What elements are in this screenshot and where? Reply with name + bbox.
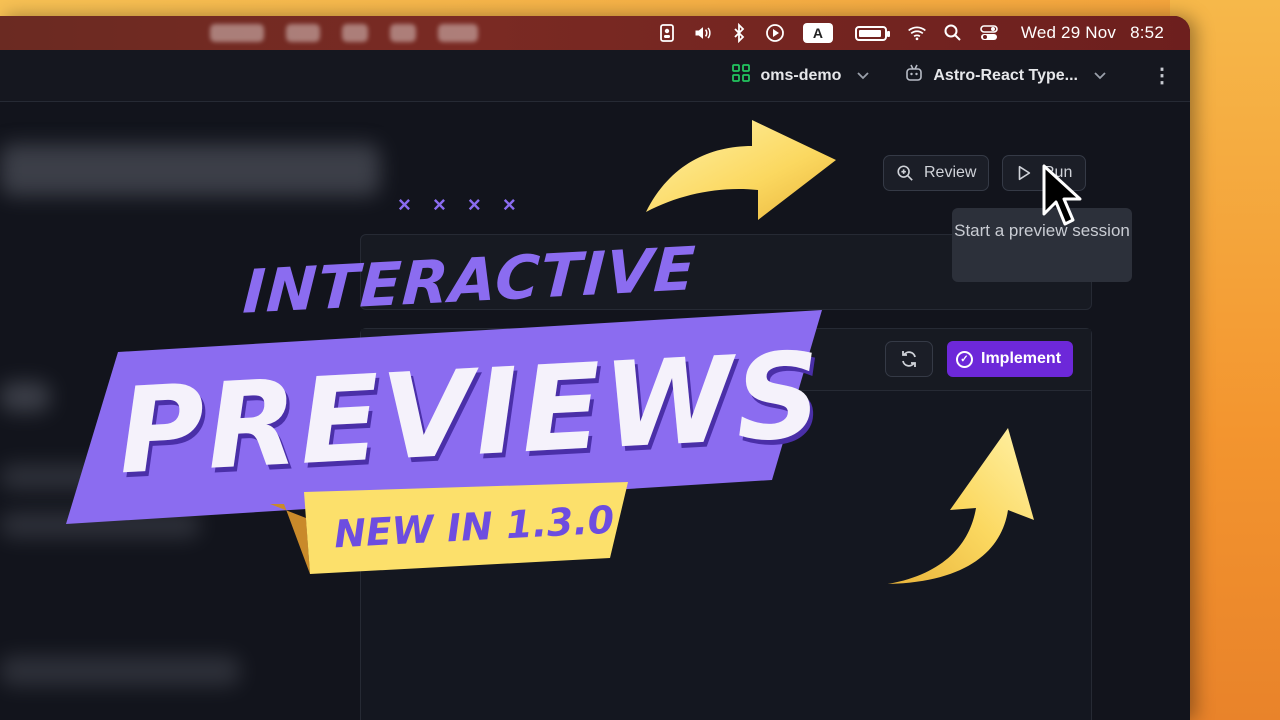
blurred-text <box>0 512 200 538</box>
template-name: Astro-React Type... <box>933 66 1078 84</box>
blurred-text <box>0 382 50 412</box>
refresh-button[interactable] <box>885 341 933 377</box>
check-circle-icon: ✓ <box>956 350 973 368</box>
review-button[interactable]: Review <box>883 155 990 191</box>
control-center-icon[interactable] <box>971 16 1007 50</box>
spotlight-search-icon[interactable] <box>935 16 971 50</box>
play-circle-icon[interactable] <box>757 16 793 50</box>
blurred-heading <box>0 144 380 196</box>
menubar-date[interactable]: Wed 29 Nov <box>1021 23 1116 43</box>
chevron-down-icon <box>857 68 870 83</box>
more-options-icon[interactable]: ⋮ <box>1152 63 1172 88</box>
wifi-icon[interactable] <box>899 16 935 50</box>
review-button-label: Review <box>924 164 977 181</box>
implement-button[interactable]: ✓ Implement <box>947 341 1073 377</box>
volume-icon[interactable] <box>685 16 721 50</box>
chevron-down-icon <box>1094 68 1106 83</box>
blurred-text <box>0 656 240 686</box>
zoom-search-icon <box>897 165 913 181</box>
play-icon <box>1018 165 1031 181</box>
battery-icon[interactable] <box>854 25 890 41</box>
project-name: oms-demo <box>760 66 842 84</box>
template-selector[interactable]: Astro-React Type... <box>905 64 1106 87</box>
menubar-time[interactable]: 8:52 <box>1130 23 1164 43</box>
mouse-cursor-icon <box>1042 164 1082 226</box>
bluetooth-icon[interactable] <box>721 16 757 50</box>
project-grid-icon <box>732 64 751 87</box>
project-selector[interactable]: oms-demo <box>732 64 870 87</box>
implement-button-label: Implement <box>981 350 1062 367</box>
contacts-icon[interactable] <box>649 16 685 50</box>
refresh-icon <box>902 351 916 367</box>
macos-menubar: A Wed 29 Nov 8:52 <box>0 16 1190 50</box>
bot-icon <box>905 64 923 87</box>
input-source-indicator[interactable]: A <box>802 23 833 43</box>
app-title-bar: oms-demo Astro-React Type... ⋮ <box>0 50 1190 102</box>
blurred-menubar-items <box>210 22 540 44</box>
